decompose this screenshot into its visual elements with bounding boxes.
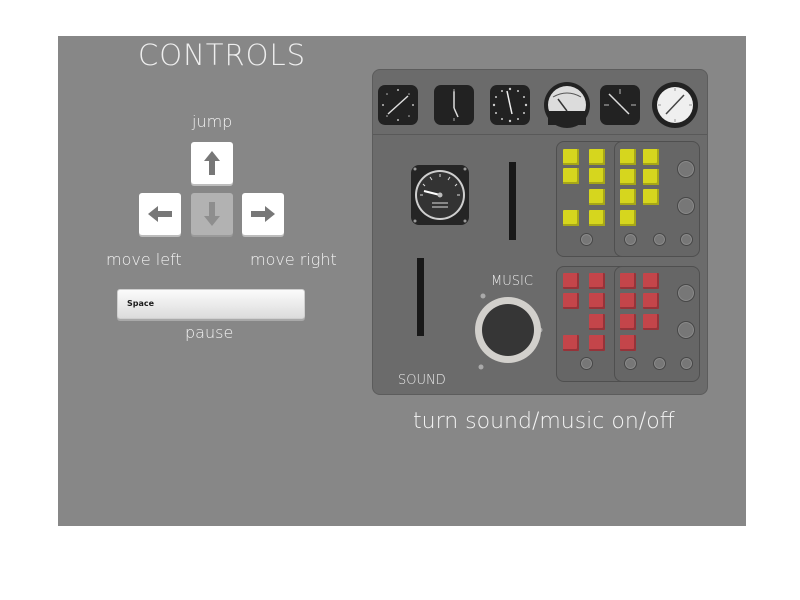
yellow-light[interactable] bbox=[643, 149, 659, 165]
round-button[interactable] bbox=[677, 284, 695, 302]
clock-gauge-icon bbox=[434, 85, 474, 125]
yellow-light[interactable] bbox=[620, 169, 636, 185]
red-light[interactable] bbox=[589, 314, 605, 330]
red-light[interactable] bbox=[589, 335, 605, 351]
arrow-right-icon bbox=[251, 206, 275, 222]
small-knob[interactable] bbox=[624, 233, 637, 246]
vu-meter-icon bbox=[544, 82, 590, 128]
small-knob[interactable] bbox=[680, 233, 693, 246]
music-label: MUSIC bbox=[491, 274, 533, 289]
round-button[interactable] bbox=[677, 197, 695, 215]
yellow-light[interactable] bbox=[589, 210, 605, 226]
small-knob[interactable] bbox=[580, 233, 593, 246]
sound-volume-slider[interactable] bbox=[417, 258, 424, 336]
page-title: CONTROLS bbox=[138, 38, 307, 72]
yellow-light[interactable] bbox=[563, 168, 579, 184]
clock-gauge-icon bbox=[600, 85, 640, 125]
left-arrow-key[interactable] bbox=[139, 193, 181, 235]
red-light[interactable] bbox=[643, 314, 659, 330]
move-left-label: move left bbox=[106, 250, 182, 269]
small-knob[interactable] bbox=[653, 357, 666, 370]
console-divider bbox=[373, 134, 707, 135]
yellow-light[interactable] bbox=[643, 189, 659, 205]
clock-gauge-icon bbox=[490, 85, 530, 125]
sound-music-caption: turn sound/music on/off bbox=[413, 409, 675, 434]
arrow-left-icon bbox=[148, 206, 172, 222]
down-arrow-key[interactable] bbox=[191, 193, 233, 235]
right-arrow-key[interactable] bbox=[242, 193, 284, 235]
red-light[interactable] bbox=[563, 273, 579, 289]
sound-label: SOUND bbox=[398, 373, 446, 388]
yellow-light[interactable] bbox=[589, 189, 605, 205]
red-light[interactable] bbox=[620, 335, 636, 351]
red-light[interactable] bbox=[620, 293, 636, 309]
jump-label: jump bbox=[192, 112, 233, 131]
dial-gauge-icon bbox=[652, 82, 698, 128]
pause-label: pause bbox=[185, 323, 234, 342]
sound-console-panel: MUSIC SOUND bbox=[372, 69, 708, 395]
yellow-light[interactable] bbox=[563, 149, 579, 165]
red-light[interactable] bbox=[620, 273, 636, 289]
music-volume-slider[interactable] bbox=[509, 162, 516, 240]
round-button[interactable] bbox=[677, 321, 695, 339]
red-light[interactable] bbox=[643, 293, 659, 309]
up-arrow-key[interactable] bbox=[191, 142, 233, 184]
yellow-light[interactable] bbox=[643, 169, 659, 185]
speedometer-gauge-icon bbox=[411, 165, 469, 225]
red-light[interactable] bbox=[563, 293, 579, 309]
arrow-down-icon bbox=[204, 202, 220, 226]
yellow-light[interactable] bbox=[620, 210, 636, 226]
yellow-light[interactable] bbox=[620, 149, 636, 165]
yellow-light[interactable] bbox=[589, 168, 605, 184]
red-light[interactable] bbox=[589, 273, 605, 289]
arrow-up-icon bbox=[204, 151, 220, 175]
space-key-label: Space bbox=[127, 299, 155, 308]
yellow-light[interactable] bbox=[589, 149, 605, 165]
clock-gauge-icon bbox=[378, 85, 418, 125]
red-light[interactable] bbox=[589, 293, 605, 309]
space-key[interactable]: Space bbox=[117, 289, 305, 319]
yellow-light[interactable] bbox=[563, 210, 579, 226]
red-light[interactable] bbox=[563, 335, 579, 351]
round-button[interactable] bbox=[677, 160, 695, 178]
red-button-panel-right bbox=[614, 266, 700, 382]
red-light[interactable] bbox=[643, 273, 659, 289]
small-knob[interactable] bbox=[580, 357, 593, 370]
small-knob[interactable] bbox=[653, 233, 666, 246]
yellow-button-panel-right bbox=[614, 141, 700, 257]
small-knob[interactable] bbox=[680, 357, 693, 370]
music-toggle-knob[interactable] bbox=[463, 288, 553, 370]
controls-screen: CONTROLS jump move left move right Space… bbox=[58, 36, 746, 526]
small-knob[interactable] bbox=[624, 357, 637, 370]
move-right-label: move right bbox=[250, 250, 337, 269]
yellow-light[interactable] bbox=[620, 189, 636, 205]
red-light[interactable] bbox=[620, 314, 636, 330]
